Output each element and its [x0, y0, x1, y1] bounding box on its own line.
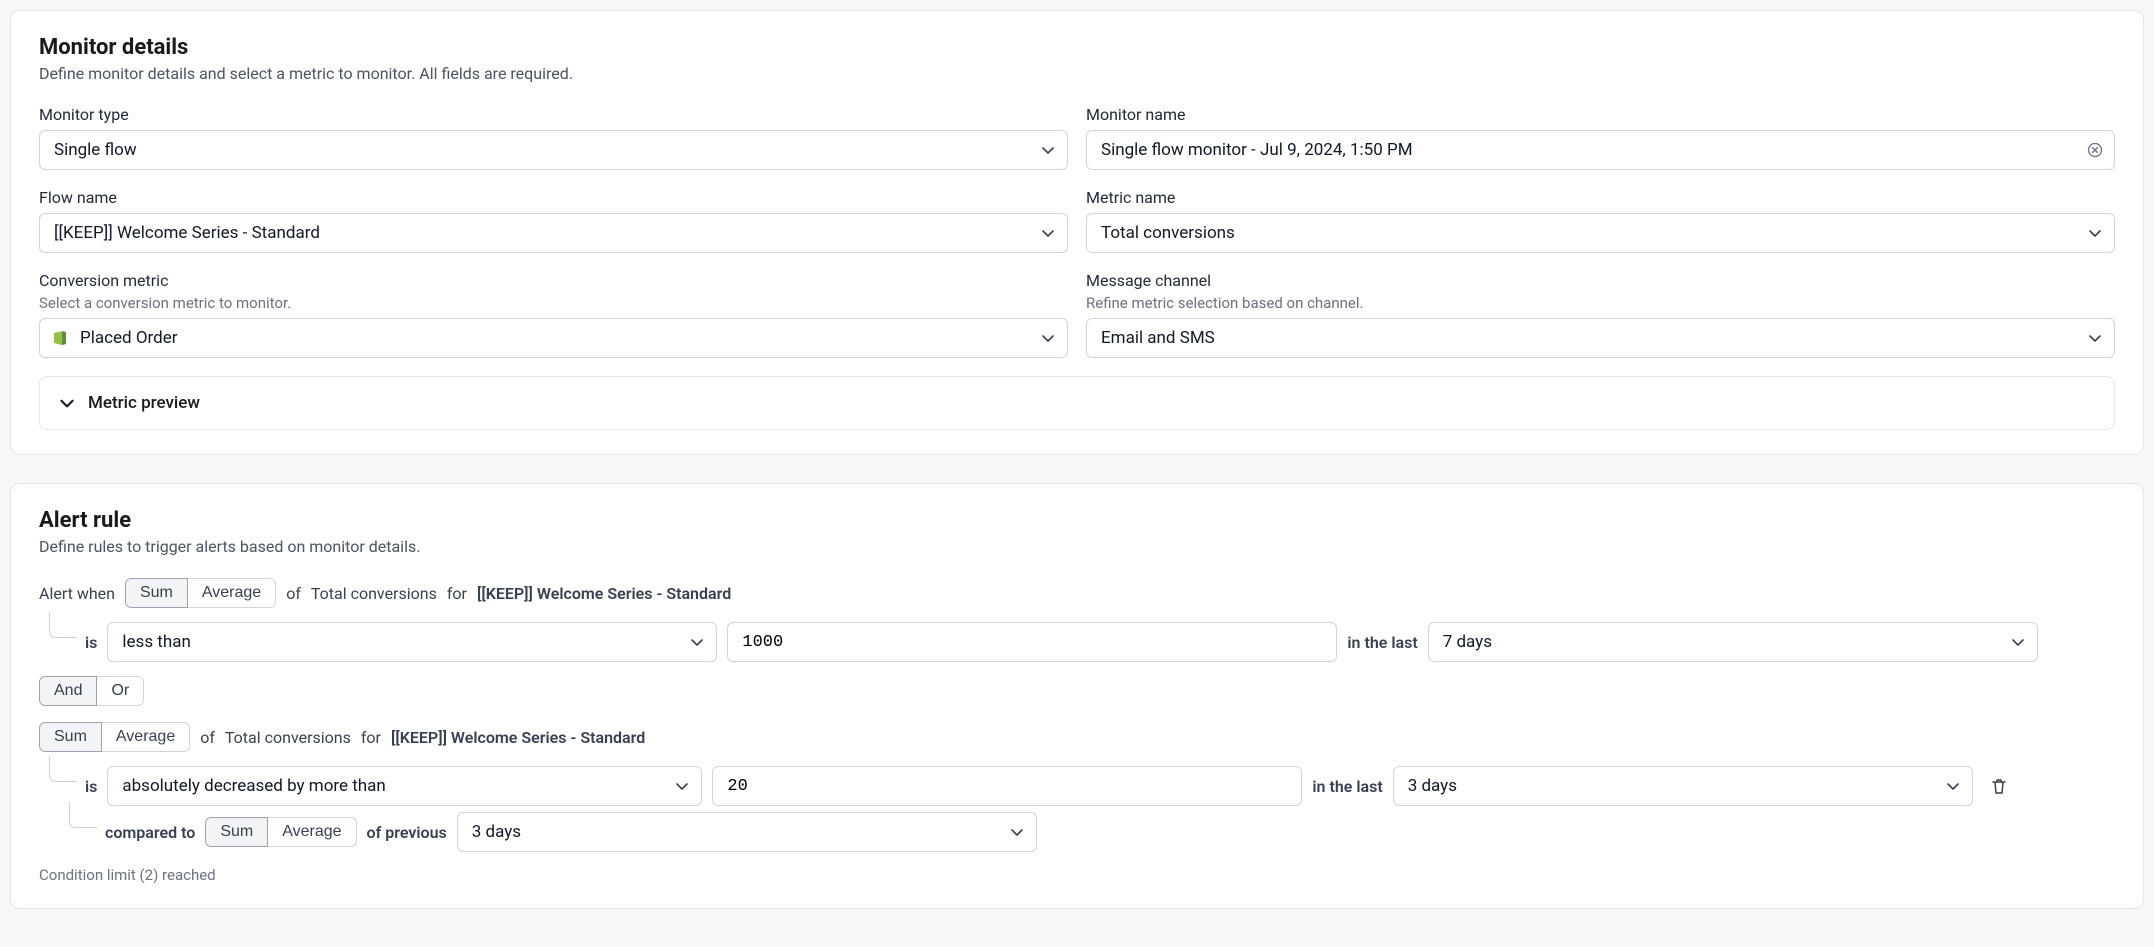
- cond1-metric: Total conversions: [311, 584, 437, 603]
- chevron-down-icon: [1040, 330, 1056, 346]
- condition-limit-text: Condition limit (2) reached: [39, 866, 2115, 884]
- cond2-comparator-value: absolutely decreased by more than: [122, 776, 385, 796]
- flow-name-value: [[KEEP]] Welcome Series - Standard: [54, 223, 320, 243]
- chevron-down-icon: [2087, 225, 2103, 241]
- cond2-compared-sum-button[interactable]: Sum: [205, 817, 268, 847]
- monitor-type-value: Single flow: [54, 140, 137, 160]
- cond1-sum-button[interactable]: Sum: [125, 578, 188, 608]
- message-channel-value: Email and SMS: [1101, 328, 1215, 348]
- cond2-prev-period-value: 3 days: [472, 822, 521, 842]
- trash-icon: [1989, 776, 2009, 796]
- of-previous-text: of previous: [367, 823, 447, 842]
- clear-icon[interactable]: [2087, 142, 2103, 158]
- flow-name-select[interactable]: [[KEEP]] Welcome Series - Standard: [39, 213, 1068, 253]
- cond2-comparator-select[interactable]: absolutely decreased by more than: [107, 766, 702, 806]
- conversion-metric-select[interactable]: Placed Order: [39, 318, 1068, 358]
- flow-name-label: Flow name: [39, 188, 1068, 207]
- alert-rule-card: Alert rule Define rules to trigger alert…: [10, 483, 2144, 909]
- cond2-agg-toggle: Sum Average: [39, 722, 190, 752]
- cond2-average-button[interactable]: Average: [102, 722, 190, 752]
- cond2-compared-average-button[interactable]: Average: [268, 817, 356, 847]
- message-channel-select[interactable]: Email and SMS: [1086, 318, 2115, 358]
- section-desc: Define rules to trigger alerts based on …: [39, 537, 2115, 556]
- cond2-compare-agg-toggle: Sum Average: [205, 817, 356, 847]
- logic-toggle: And Or: [39, 676, 144, 706]
- conversion-metric-value: Placed Order: [80, 328, 177, 348]
- monitor-type-select[interactable]: Single flow: [39, 130, 1068, 170]
- message-channel-sub: Refine metric selection based on channel…: [1086, 294, 2115, 312]
- in-the-last-text: in the last: [1312, 777, 1382, 796]
- monitor-name-input[interactable]: [1086, 130, 2115, 170]
- cond1-value-input[interactable]: [727, 622, 1337, 662]
- condition-1-header: Alert when Sum Average of Total conversi…: [39, 578, 2115, 608]
- message-channel-label: Message channel: [1086, 271, 2115, 290]
- alert-when-text: Alert when: [39, 584, 115, 603]
- condition-2-body-1: is absolutely decreased by more than in …: [39, 766, 2115, 806]
- cond1-comparator-value: less than: [122, 632, 190, 652]
- cond1-flow: [[KEEP]] Welcome Series - Standard: [477, 584, 731, 603]
- cond1-period-select[interactable]: 7 days: [1428, 622, 2038, 662]
- condition-2-header: Sum Average of Total conversions for [[K…: [39, 722, 2115, 752]
- in-the-last-text: in the last: [1347, 633, 1417, 652]
- conversion-metric-label: Conversion metric: [39, 271, 1068, 290]
- cond1-average-button[interactable]: Average: [188, 578, 276, 608]
- and-button[interactable]: And: [39, 676, 97, 706]
- logic-operator-row: And Or: [39, 676, 2115, 706]
- branch-line: [49, 612, 77, 638]
- metric-preview-label: Metric preview: [88, 393, 200, 413]
- branch-line: [49, 756, 77, 782]
- of-text: of: [200, 728, 215, 747]
- chevron-down-icon: [2087, 330, 2103, 346]
- cond2-value-input[interactable]: [712, 766, 1302, 806]
- metric-name-label: Metric name: [1086, 188, 2115, 207]
- cond1-comparator-select[interactable]: less than: [107, 622, 717, 662]
- branch-line: [69, 802, 97, 828]
- metric-preview-toggle[interactable]: Metric preview: [39, 376, 2115, 430]
- of-text: of: [286, 584, 301, 603]
- cond2-period-select[interactable]: 3 days: [1393, 766, 1973, 806]
- metric-name-value: Total conversions: [1101, 223, 1235, 243]
- section-title: Monitor details: [39, 35, 2115, 60]
- cond2-prev-period-select[interactable]: 3 days: [457, 812, 1037, 852]
- monitor-details-card: Monitor details Define monitor details a…: [10, 10, 2144, 455]
- cond2-flow: [[KEEP]] Welcome Series - Standard: [391, 728, 645, 747]
- for-text: for: [447, 584, 467, 603]
- chevron-down-icon: [1040, 142, 1056, 158]
- chevron-down-icon: [58, 394, 76, 412]
- cond1-agg-toggle: Sum Average: [125, 578, 276, 608]
- shopify-icon: [51, 329, 69, 347]
- cond1-period-value: 7 days: [1443, 632, 1492, 652]
- monitor-name-label: Monitor name: [1086, 105, 2115, 124]
- condition-1-body: is less than in the last 7 days: [39, 622, 2115, 662]
- is-text: is: [85, 633, 97, 652]
- compared-to-text: compared to: [105, 823, 195, 842]
- cond2-period-value: 3 days: [1408, 776, 1457, 796]
- cond2-sum-button[interactable]: Sum: [39, 722, 102, 752]
- is-text: is: [85, 777, 97, 796]
- chevron-down-icon: [2010, 634, 2026, 650]
- chevron-down-icon: [1040, 225, 1056, 241]
- chevron-down-icon: [1009, 824, 1025, 840]
- chevron-down-icon: [689, 634, 705, 650]
- for-text: for: [361, 728, 381, 747]
- monitor-type-label: Monitor type: [39, 105, 1068, 124]
- section-title: Alert rule: [39, 508, 2115, 533]
- condition-2-body-2: compared to Sum Average of previous 3 da…: [39, 812, 2115, 852]
- or-button[interactable]: Or: [97, 676, 144, 706]
- metric-name-select[interactable]: Total conversions: [1086, 213, 2115, 253]
- delete-condition-button[interactable]: [1983, 770, 2015, 802]
- section-desc: Define monitor details and select a metr…: [39, 64, 2115, 83]
- cond2-metric: Total conversions: [225, 728, 351, 747]
- conversion-metric-sub: Select a conversion metric to monitor.: [39, 294, 1068, 312]
